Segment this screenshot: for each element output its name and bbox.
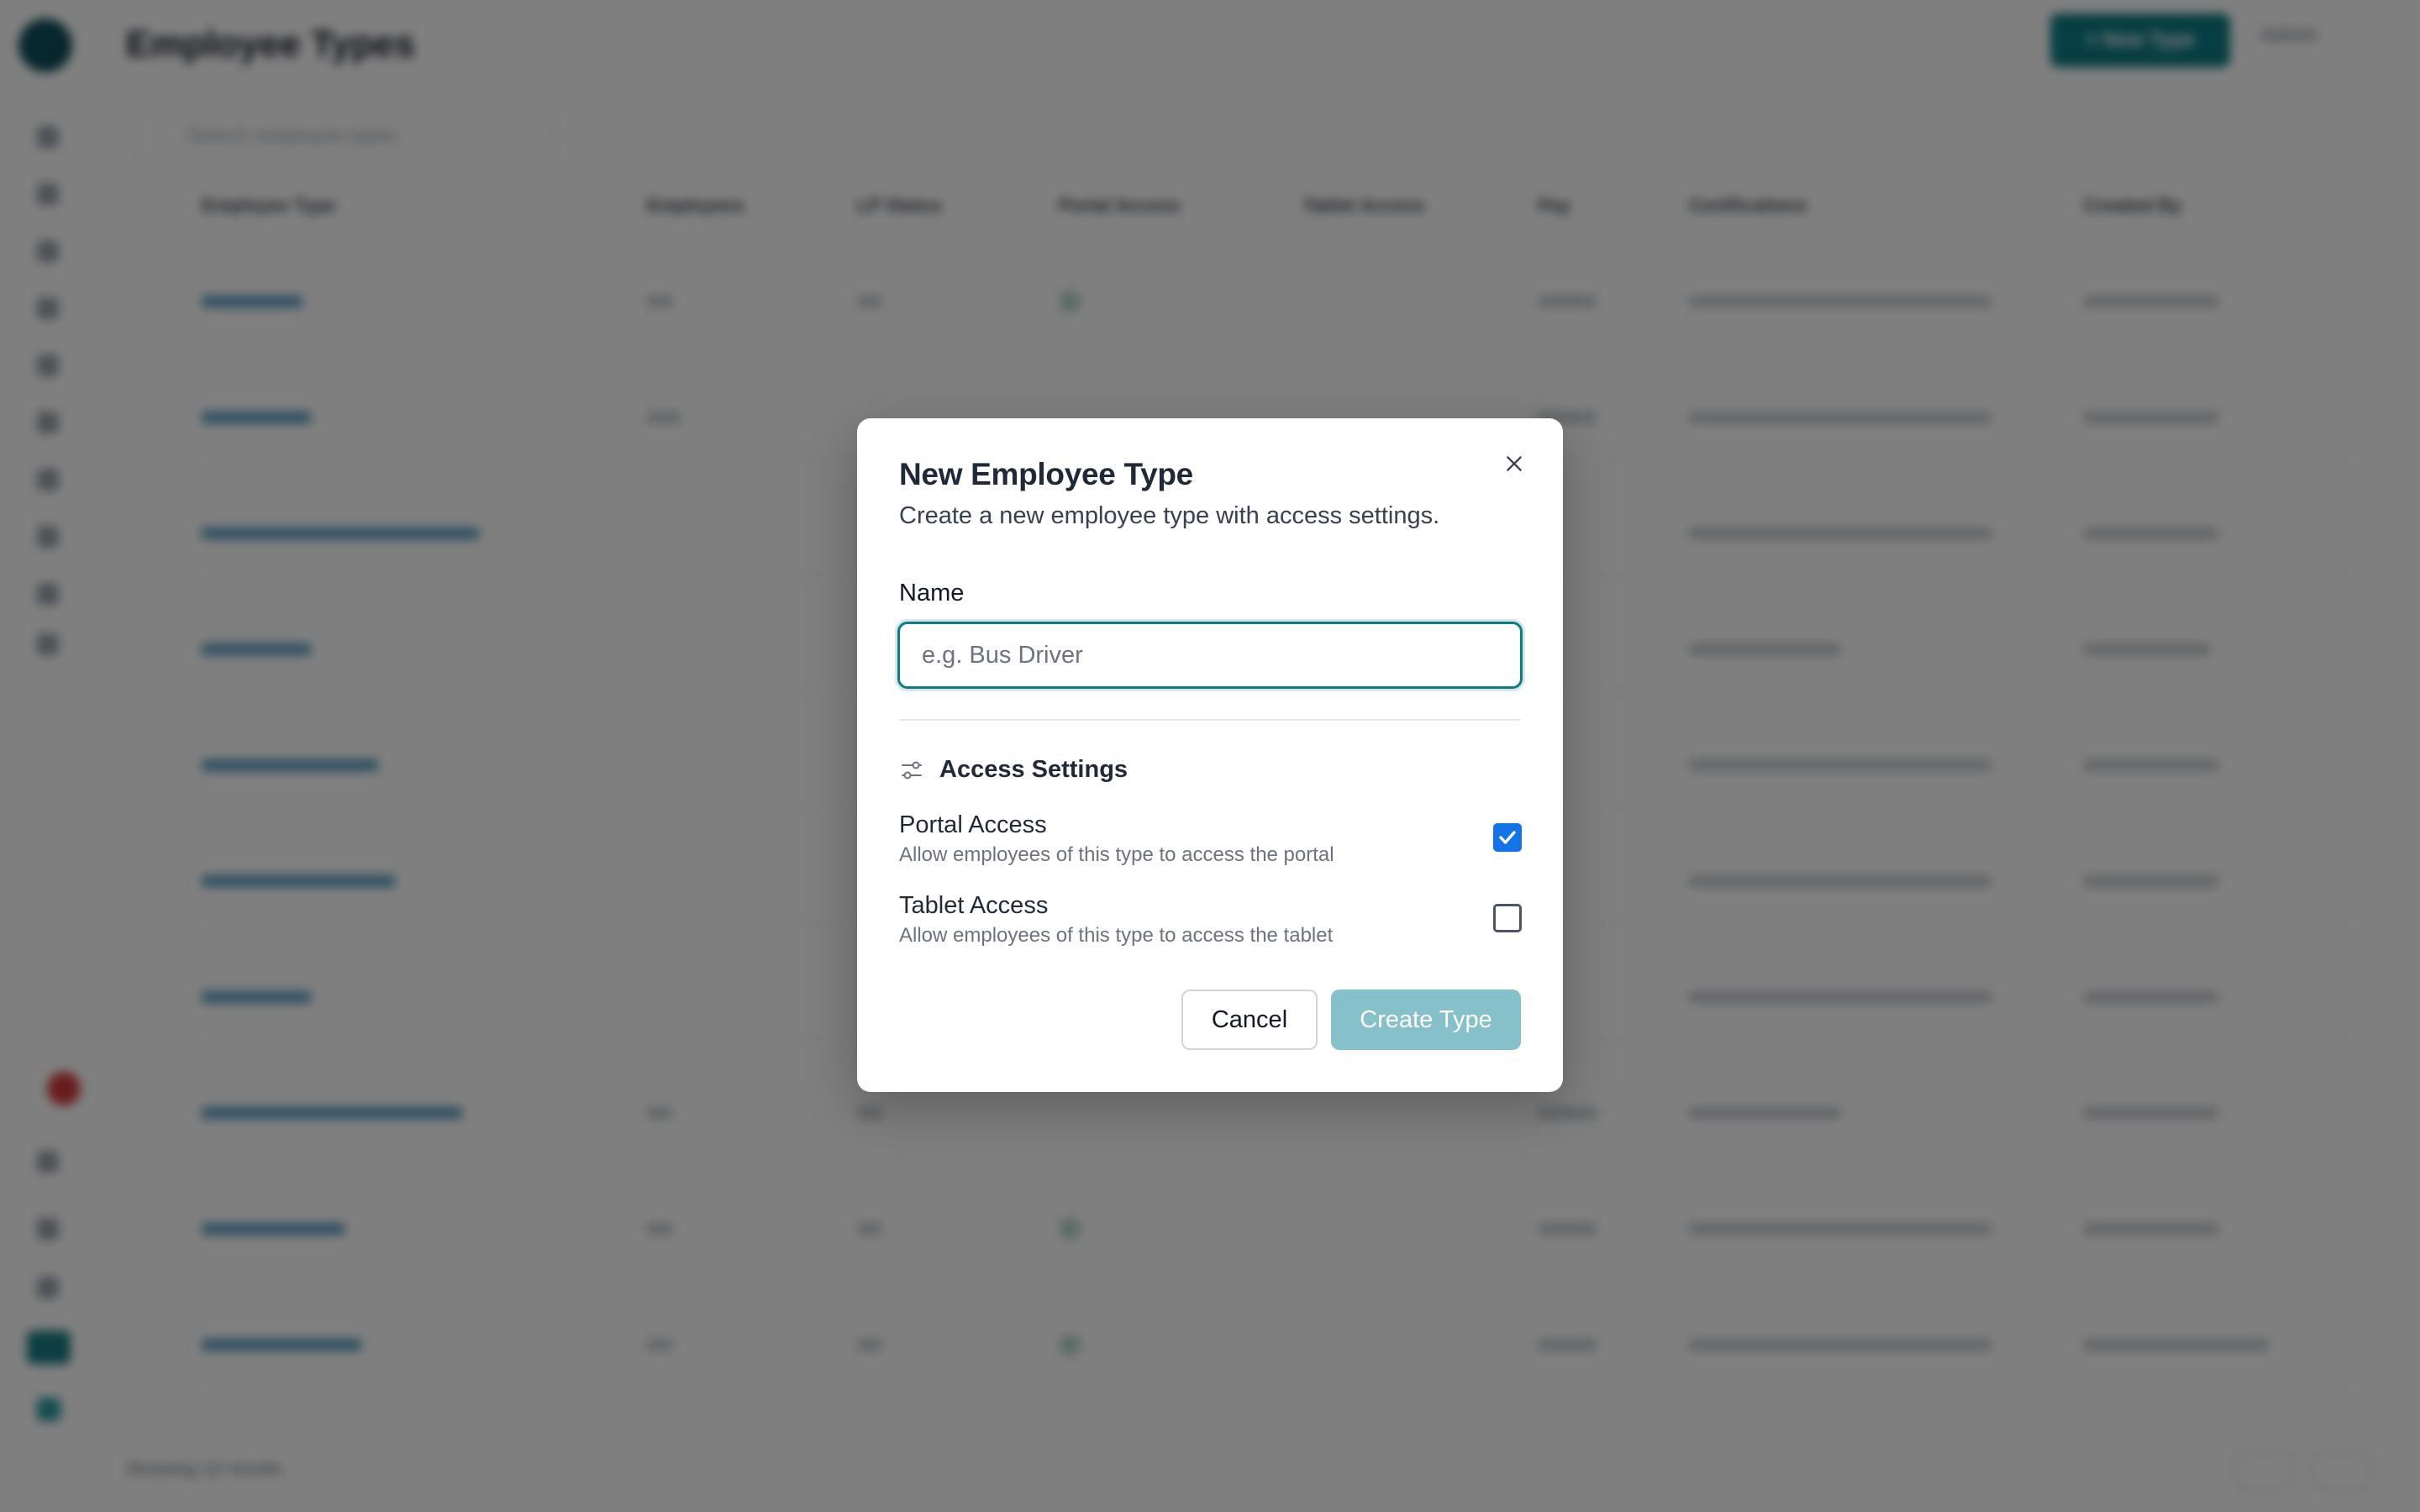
dialog-description: Create a new employee type with access s… [899, 502, 1440, 529]
tablet-access-checkbox[interactable] [1493, 904, 1522, 932]
create-type-button[interactable]: Create Type [1331, 990, 1521, 1050]
section-title: Access Settings [939, 756, 1128, 783]
portal-access-title: Portal Access [899, 811, 1047, 838]
section-divider [899, 719, 1521, 721]
name-field-label: Name [899, 580, 965, 606]
new-employee-type-dialog: New Employee Type Create a new employee … [857, 418, 1563, 1092]
dialog-title: New Employee Type [899, 457, 1193, 491]
cancel-button[interactable]: Cancel [1181, 990, 1318, 1050]
sliders-icon [902, 761, 922, 780]
close-button[interactable] [1497, 447, 1531, 480]
portal-access-checkbox[interactable] [1493, 823, 1522, 852]
close-icon [1507, 456, 1522, 471]
tablet-access-description: Allow employees of this type to access t… [899, 924, 1334, 947]
checkmark-icon [1499, 831, 1516, 844]
tablet-access-title: Tablet Access [899, 892, 1049, 919]
name-input[interactable] [897, 622, 1523, 689]
portal-access-description: Allow employees of this type to access t… [899, 843, 1334, 866]
